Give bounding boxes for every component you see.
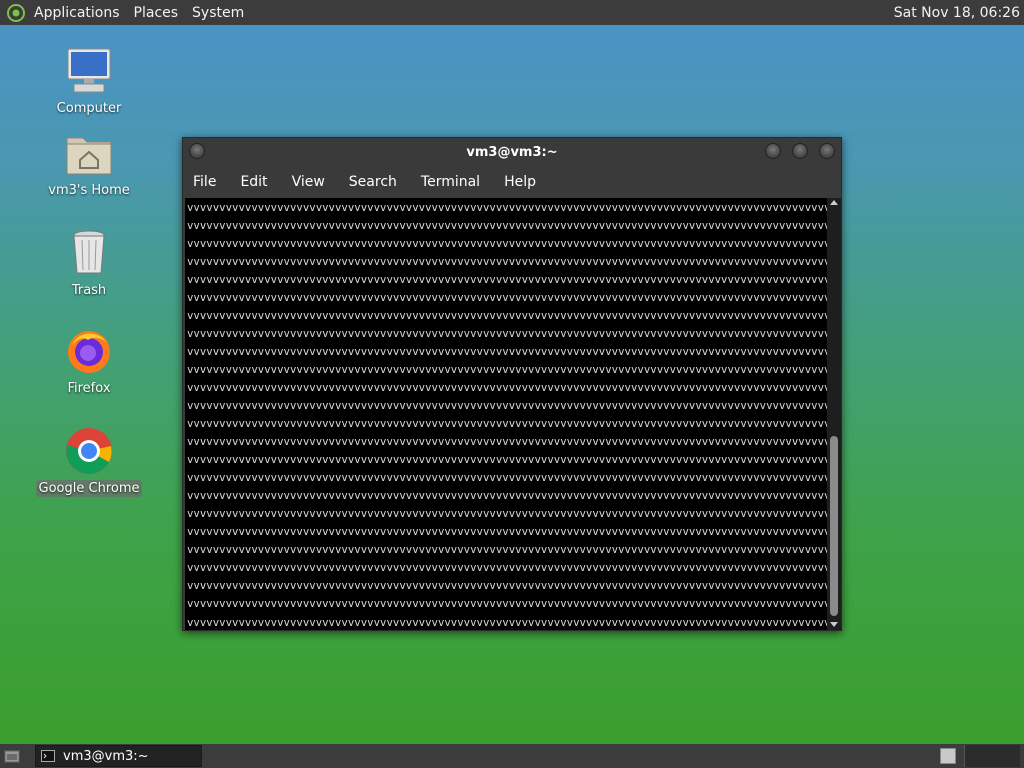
trash-icon [73, 230, 105, 274]
chrome-icon [66, 428, 112, 474]
desktop-icon-label: vm3's Home [48, 183, 130, 198]
desktop-icon-trash[interactable]: Trash [34, 228, 144, 299]
show-desktop-icon[interactable] [4, 748, 20, 764]
desktop-icon-home[interactable]: vm3's Home [34, 128, 144, 199]
taskbar-item-label: vm3@vm3:~ [63, 748, 149, 764]
gnome-foot-icon[interactable] [6, 3, 26, 23]
window-title: vm3@vm3:~ [466, 144, 558, 160]
scrollbar-thumb[interactable] [830, 436, 838, 616]
desktop-icon-label: Firefox [67, 381, 111, 396]
clock[interactable]: Sat Nov 18, 06:26 [894, 5, 1020, 21]
terminal-scrollbar[interactable] [827, 198, 841, 630]
menu-terminal[interactable]: Terminal [421, 172, 480, 192]
desktop-icon-computer[interactable]: Computer [34, 46, 144, 117]
menu-help[interactable]: Help [504, 172, 536, 192]
computer-icon [67, 48, 111, 93]
menu-search[interactable]: Search [349, 172, 397, 192]
top-panel: Applications Places System Sat Nov 18, 0… [0, 0, 1024, 25]
desktop-icon-label: Trash [71, 283, 107, 298]
terminal-menu-bar: File Edit View Search Terminal Help [183, 166, 841, 198]
applications-menu[interactable]: Applications [34, 5, 120, 21]
scroll-down-arrow-icon[interactable] [830, 622, 838, 627]
title-bar[interactable]: vm3@vm3:~ [183, 138, 841, 166]
terminal-text: vvvvvvvvvvvvvvvvvvvvvvvvvvvvvvvvvvvvvvvv… [185, 198, 827, 630]
terminal-icon [41, 750, 55, 762]
places-menu[interactable]: Places [134, 5, 179, 21]
maximize-button[interactable] [792, 143, 808, 159]
workspace-switcher-1[interactable] [940, 748, 956, 764]
desktop-icon-label: Computer [56, 101, 122, 116]
desktop-icon-label: Google Chrome [35, 480, 143, 497]
system-menu[interactable]: System [192, 5, 244, 21]
desktop-icon-firefox[interactable]: Firefox [34, 326, 144, 397]
desktop-icon-chrome[interactable]: Google Chrome [34, 426, 144, 497]
firefox-icon [68, 331, 110, 373]
terminal-window[interactable]: vm3@vm3:~ File Edit View Search Terminal… [182, 137, 842, 631]
home-folder-icon [66, 137, 112, 175]
close-button[interactable] [819, 143, 835, 159]
minimize-button[interactable] [765, 143, 781, 159]
terminal-output[interactable]: vvvvvvvvvvvvvvvvvvvvvvvvvvvvvvvvvvvvvvvv… [185, 198, 827, 630]
menu-file[interactable]: File [193, 172, 216, 192]
taskbar-item-terminal[interactable]: vm3@vm3:~ [35, 745, 202, 767]
scroll-up-arrow-icon[interactable] [830, 200, 838, 205]
workspace-switcher-2[interactable] [964, 745, 1020, 767]
bottom-panel: vm3@vm3:~ [0, 744, 1024, 768]
menu-view[interactable]: View [292, 172, 325, 192]
window-menu-button[interactable] [189, 143, 205, 159]
menu-edit[interactable]: Edit [240, 172, 267, 192]
